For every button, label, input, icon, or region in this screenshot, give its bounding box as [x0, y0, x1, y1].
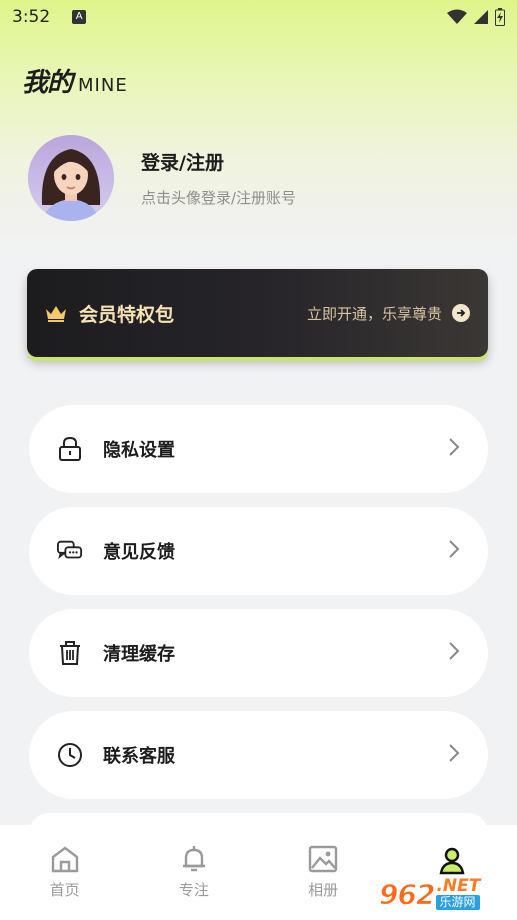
trash-icon: [57, 640, 83, 666]
menu-item-clear-cache[interactable]: 清理缓存: [29, 609, 488, 697]
tab-label: 相册: [308, 881, 339, 899]
menu-label: 清理缓存: [103, 644, 175, 665]
watermark-number: 962: [378, 877, 435, 911]
login-subtitle: 点击头像登录/注册账号: [141, 189, 297, 207]
vip-activate-button[interactable]: 立即开通，乐享尊贵: [307, 303, 470, 324]
chevron-right-icon: [448, 743, 460, 767]
signal-icon: [474, 10, 488, 24]
tab-home[interactable]: 首页: [0, 825, 129, 920]
chevron-right-icon: [448, 437, 460, 461]
vip-card[interactable]: 会员特权包 立即开通，乐享尊贵: [27, 269, 488, 357]
image-icon: [308, 845, 338, 873]
bell-icon: [182, 846, 205, 872]
avatar-illustration: [28, 135, 114, 221]
crown-icon: [46, 306, 66, 322]
tab-album[interactable]: 相册: [259, 825, 388, 920]
menu-item-contact-support[interactable]: 联系客服: [29, 711, 488, 799]
tab-focus[interactable]: 专注: [129, 825, 258, 920]
menu-label: 隐私设置: [103, 440, 175, 461]
clock-icon: [57, 742, 83, 768]
menu-label: 联系客服: [103, 746, 175, 767]
profile-text[interactable]: 登录/注册 点击头像登录/注册账号: [141, 148, 296, 208]
arrow-right-icon: [452, 304, 470, 322]
page-subtitle: MINE: [78, 75, 128, 96]
status-time: 3:52: [12, 7, 51, 27]
avatar[interactable]: [28, 135, 114, 221]
page-header: 我的 MINE: [22, 62, 128, 99]
wifi-icon: [447, 9, 467, 24]
lock-icon: [57, 436, 83, 462]
tab-label: 首页: [49, 881, 80, 899]
menu-item-privacy[interactable]: 隐私设置: [29, 405, 488, 493]
battery-icon: [495, 8, 505, 26]
tab-label: 专注: [178, 881, 209, 899]
profile-section[interactable]: 登录/注册 点击头像登录/注册账号: [28, 135, 296, 221]
page-title: 我的: [22, 68, 73, 98]
login-title[interactable]: 登录/注册: [141, 148, 296, 175]
watermark-suffix: .NET: [436, 876, 481, 896]
watermark-cn: 乐游网: [436, 895, 481, 910]
chevron-right-icon: [448, 641, 460, 665]
menu-item-feedback[interactable]: 意见反馈: [29, 507, 488, 595]
status-bar: 3:52 A: [0, 0, 517, 34]
chat-icon: [57, 538, 83, 564]
app-notification-icon: A: [72, 10, 87, 24]
status-indicators: [447, 8, 505, 26]
chevron-right-icon: [448, 539, 460, 563]
vip-title: 会员特权包: [79, 303, 175, 326]
vip-action-label: 立即开通，乐享尊贵: [306, 304, 442, 323]
watermark-logo: 962 .NET 乐游网: [378, 874, 511, 914]
menu-label: 意见反馈: [103, 542, 175, 563]
home-icon: [51, 846, 78, 873]
user-icon: [439, 847, 465, 875]
